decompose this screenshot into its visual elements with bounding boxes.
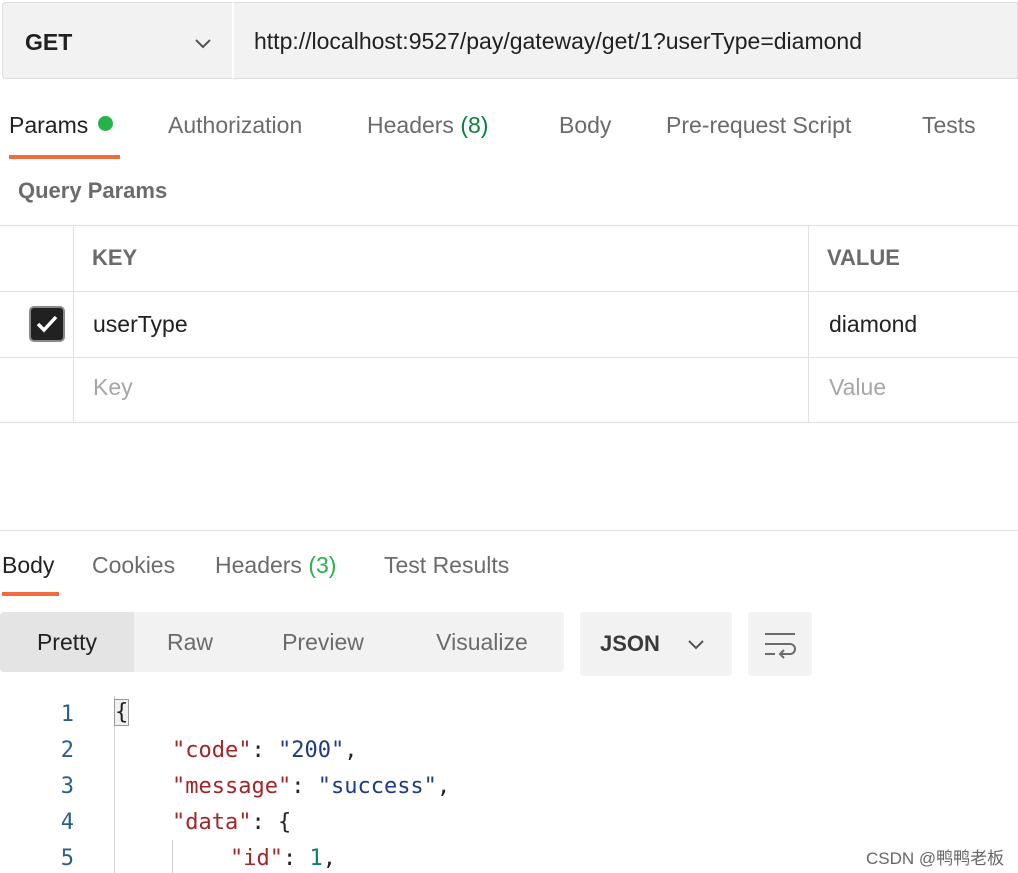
tab-tests[interactable]: Tests xyxy=(922,112,976,139)
json-key: "data" xyxy=(172,810,252,835)
json-string: "200" xyxy=(277,738,345,763)
format-label: JSON xyxy=(600,631,660,656)
method-label: GET xyxy=(25,29,73,55)
response-tab-cookies[interactable]: Cookies xyxy=(92,552,175,579)
response-tab-body[interactable]: Body xyxy=(2,552,54,579)
view-preview-button[interactable]: Preview xyxy=(256,612,390,672)
line-number: 2 xyxy=(60,738,74,763)
json-key: "message" xyxy=(172,774,292,799)
tab-authorization[interactable]: Authorization xyxy=(168,112,302,139)
wrap-lines-button[interactable] xyxy=(748,612,812,676)
tab-params[interactable]: Params xyxy=(9,112,114,139)
wrap-lines-icon xyxy=(765,633,796,659)
response-tabs: Body Cookies Headers (3) Test Results xyxy=(0,540,1018,600)
tab-pre-request-script[interactable]: Pre-request Script xyxy=(666,112,851,139)
punctuation: , xyxy=(344,738,358,763)
params-active-dot xyxy=(98,116,114,131)
response-tab-headers[interactable]: Headers (3) xyxy=(215,552,336,579)
code-line: "message": "success", xyxy=(172,774,451,799)
column-header-key: KEY xyxy=(92,245,138,270)
line-number: 4 xyxy=(60,810,74,835)
query-params-title: Query Params xyxy=(18,178,168,203)
brace-token: { xyxy=(277,810,292,835)
request-bar: GET http://localhost:9527/pay/gateway/ge… xyxy=(0,0,1018,80)
response-tab-body-underline xyxy=(2,592,59,596)
table-border-top xyxy=(0,225,1018,226)
view-raw-button[interactable]: Raw xyxy=(134,612,246,672)
code-line: "code": "200", xyxy=(172,738,358,763)
format-select[interactable]: JSON xyxy=(580,612,732,676)
punctuation: , xyxy=(436,774,451,799)
chevron-down-icon xyxy=(688,640,704,650)
watermark: CSDN @鸭鸭老板 xyxy=(866,849,1005,868)
tab-body[interactable]: Body xyxy=(559,112,611,139)
brace-token: { xyxy=(114,699,130,726)
checkmark-icon xyxy=(36,315,58,333)
indent-guide xyxy=(172,840,173,873)
param-value-field[interactable]: diamond xyxy=(829,311,917,338)
column-divider xyxy=(73,225,74,423)
url-text: http://localhost:9527/pay/gateway/get/1?… xyxy=(254,28,862,54)
code-line: "id": 1, xyxy=(230,846,336,871)
column-header-value: VALUE xyxy=(827,245,900,270)
response-tab-headers-label: Headers xyxy=(215,552,302,578)
column-divider xyxy=(808,225,809,423)
view-visualize-button[interactable]: Visualize xyxy=(410,612,554,672)
json-key: "code" xyxy=(172,738,252,763)
view-mode-selector: Pretty Raw Preview Visualize xyxy=(0,612,564,672)
punctuation: , xyxy=(322,846,336,871)
table-divider xyxy=(0,291,1018,292)
param-key-field[interactable]: userType xyxy=(93,311,188,338)
response-divider xyxy=(0,530,1018,531)
line-number: 1 xyxy=(60,702,74,727)
method-select[interactable]: GET xyxy=(2,2,232,79)
line-number: 3 xyxy=(60,774,74,799)
response-tab-test-results[interactable]: Test Results xyxy=(384,552,509,579)
code-line: "data": { xyxy=(172,810,292,835)
table-border-bottom xyxy=(0,422,1018,423)
tab-headers-count: (8) xyxy=(460,112,489,138)
tab-params-label: Params xyxy=(9,112,89,138)
new-value-input[interactable]: Value xyxy=(829,374,886,401)
view-pretty-button[interactable]: Pretty xyxy=(0,612,134,672)
response-toolbar: Pretty Raw Preview Visualize JSON xyxy=(0,612,1018,676)
tab-headers[interactable]: Headers (8) xyxy=(367,112,488,139)
chevron-down-icon xyxy=(195,39,211,49)
request-tabs: Params Authorization Headers (8) Body Pr… xyxy=(0,100,1018,162)
query-params-table: KEY VALUE userType diamond Key Value xyxy=(0,225,1018,423)
json-number: 1 xyxy=(309,846,323,871)
line-number: 5 xyxy=(60,846,74,871)
code-line: { xyxy=(114,699,130,726)
tab-params-underline xyxy=(9,155,120,159)
url-input[interactable]: http://localhost:9527/pay/gateway/get/1?… xyxy=(232,2,1018,79)
table-divider xyxy=(0,357,1018,358)
tab-headers-label: Headers xyxy=(367,112,454,138)
param-enabled-checkbox[interactable] xyxy=(29,306,65,342)
json-string: "success" xyxy=(317,774,437,799)
json-key: "id" xyxy=(230,846,283,871)
new-key-input[interactable]: Key xyxy=(93,374,133,401)
response-tab-headers-count: (3) xyxy=(308,552,337,578)
